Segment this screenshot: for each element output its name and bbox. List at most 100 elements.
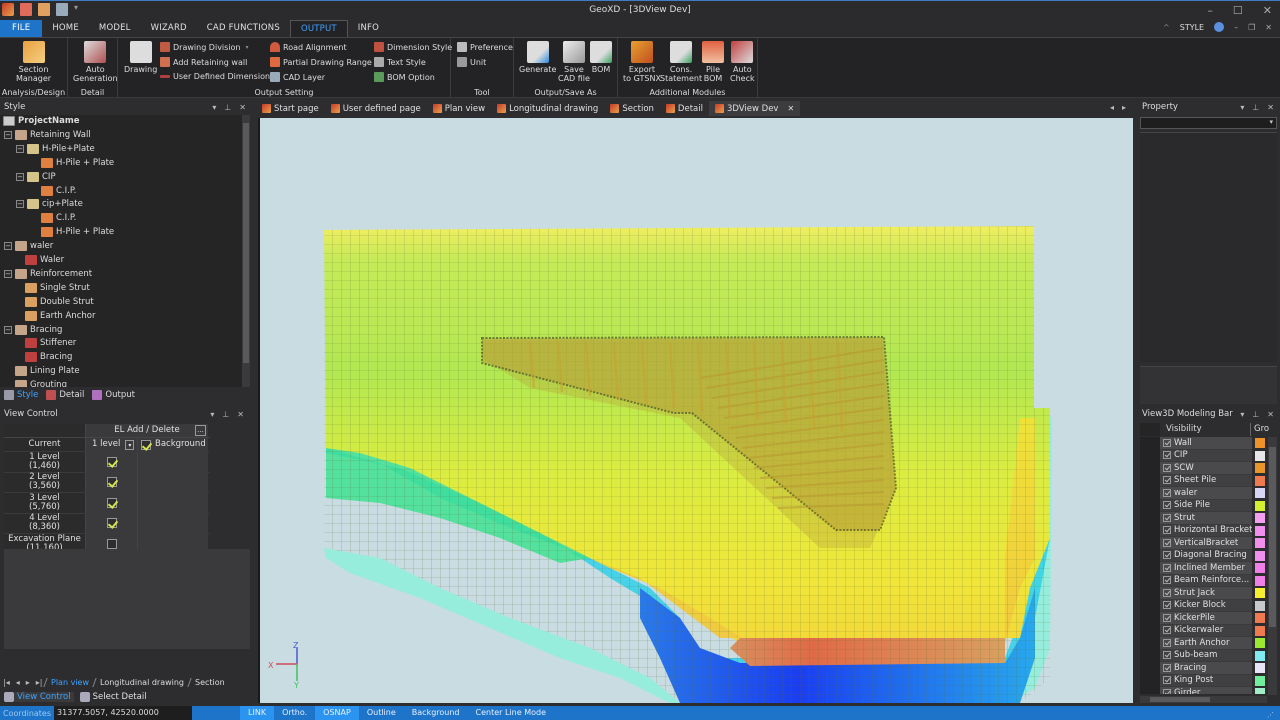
modeling-bar-item[interactable]: King Post (1140, 674, 1266, 687)
pin-icon[interactable]: ⊥ (1252, 407, 1259, 422)
color-swatch[interactable] (1255, 675, 1265, 686)
next-sheet-button[interactable]: ▸ (23, 678, 33, 687)
visibility-checkbox[interactable] (1163, 663, 1171, 672)
visibility-checkbox[interactable] (1163, 551, 1171, 560)
color-swatch[interactable] (1255, 625, 1265, 636)
level-checkbox[interactable] (106, 477, 117, 488)
doc-tab-longitudinal-drawing[interactable]: Longitudinal drawing (491, 101, 604, 116)
tab-view-control[interactable]: View Control (4, 692, 74, 702)
sheet-section[interactable]: Section (187, 677, 232, 687)
group-column-header[interactable]: Gro (1250, 423, 1276, 436)
doc-tab-detail[interactable]: Detail (660, 101, 709, 116)
modeling-bar-item[interactable]: Kicker Block (1140, 599, 1266, 612)
color-swatch[interactable] (1255, 488, 1265, 499)
close-button[interactable]: ✕ (1263, 4, 1272, 17)
cad-layer-button[interactable]: CAD Layer (270, 72, 325, 82)
tree-node[interactable]: Bracing (16, 352, 72, 363)
collapse-icon[interactable]: − (4, 269, 12, 278)
collapse-icon[interactable]: − (16, 172, 24, 181)
panel-menu-icon[interactable]: ▾ (1240, 407, 1244, 422)
tree-node[interactable]: − waler (4, 241, 53, 252)
add-retaining-wall-button[interactable]: Add Retaining wall (160, 57, 247, 67)
panel-close-icon[interactable]: ✕ (239, 100, 246, 115)
visibility-checkbox[interactable] (1163, 538, 1171, 547)
visibility-checkbox[interactable] (1163, 638, 1171, 647)
visibility-checkbox[interactable] (1163, 688, 1171, 694)
style-menu[interactable]: STYLE (1180, 23, 1204, 32)
color-swatch[interactable] (1255, 475, 1265, 486)
panel-close-icon[interactable]: ✕ (1267, 407, 1274, 422)
auto-check-button[interactable]: Auto Check (730, 41, 755, 83)
visibility-checkbox[interactable] (1163, 626, 1171, 635)
status-toggle-outline[interactable]: Outline (359, 706, 404, 720)
pin-icon[interactable]: ⊥ (222, 407, 229, 422)
tree-node[interactable]: H-Pile + Plate (32, 157, 114, 168)
preference-button[interactable]: Preference (457, 42, 513, 52)
tree-node[interactable]: Double Strut (16, 296, 94, 307)
color-swatch[interactable] (1255, 613, 1265, 624)
modeling-bar-item[interactable]: Beam Reinforce... (1140, 574, 1266, 587)
visibility-checkbox[interactable] (1163, 588, 1171, 597)
panel-close-icon[interactable]: ✕ (1267, 100, 1274, 115)
visibility-checkbox[interactable] (1163, 676, 1171, 685)
property-object-select[interactable]: ▾ (1140, 117, 1277, 129)
collapse-ribbon-icon[interactable]: ^ (1163, 23, 1170, 32)
color-swatch[interactable] (1255, 563, 1265, 574)
modeling-bar-item[interactable]: Sheet Pile (1140, 474, 1266, 487)
3d-viewport[interactable]: Z X Y (258, 118, 1133, 703)
modeling-bar-item[interactable]: waler (1140, 487, 1266, 500)
modeling-bar-item[interactable]: KickerPile (1140, 612, 1266, 625)
collapse-icon[interactable]: − (16, 200, 24, 209)
doc-minimize-button[interactable]: – (1234, 23, 1238, 32)
modeling-bar-item[interactable]: Bracing (1140, 662, 1266, 675)
help-icon[interactable] (1214, 22, 1225, 32)
color-swatch[interactable] (1255, 513, 1265, 524)
color-swatch[interactable] (1255, 438, 1265, 449)
visibility-checkbox[interactable] (1163, 513, 1171, 522)
modeling-bar-vscrollbar[interactable] (1268, 437, 1277, 695)
tree-node[interactable]: − Reinforcement (4, 268, 92, 279)
auto-generation-button[interactable]: Auto Generation (73, 41, 118, 83)
visibility-column-header[interactable]: Visibility (1160, 423, 1250, 436)
color-swatch[interactable] (1255, 688, 1265, 694)
color-swatch[interactable] (1255, 650, 1265, 661)
modeling-bar-hscrollbar[interactable] (1140, 696, 1267, 703)
save-cad-file-button[interactable]: Save CAD file (558, 41, 590, 83)
modeling-bar-item[interactable]: Girder (1140, 687, 1266, 694)
pin-icon[interactable]: ⊥ (1252, 100, 1259, 115)
scrollbar-thumb[interactable] (1269, 447, 1276, 627)
collapse-icon[interactable]: − (16, 144, 24, 153)
visibility-checkbox[interactable] (1163, 576, 1171, 585)
modeling-bar-item[interactable]: Strut (1140, 512, 1266, 525)
collapse-icon[interactable]: − (4, 325, 12, 334)
tab-scroll-left-icon[interactable]: ◂ (1110, 103, 1114, 112)
tree-node[interactable]: Lining Plate (4, 366, 80, 377)
section-manager-button[interactable]: Section Manager (16, 41, 51, 83)
modeling-bar-item[interactable]: Diagonal Bracing (1140, 549, 1266, 562)
tree-node[interactable]: Single Strut (16, 282, 90, 293)
tab-file[interactable]: FILE (0, 20, 43, 37)
visibility-checkbox[interactable] (1163, 438, 1171, 447)
tab-info[interactable]: INFO (348, 20, 389, 37)
doc-tab-plan-view[interactable]: Plan view (427, 101, 491, 116)
tab-model[interactable]: MODEL (89, 20, 141, 37)
tree-node[interactable]: Earth Anchor (16, 310, 95, 321)
color-swatch[interactable] (1255, 550, 1265, 561)
generate-button[interactable]: Generate (519, 41, 556, 74)
status-toggle-link[interactable]: LINK (240, 706, 275, 720)
more-button[interactable]: ... (195, 425, 206, 436)
tab-detail[interactable]: Detail (46, 389, 84, 400)
modeling-bar-item[interactable]: Side Pile (1140, 499, 1266, 512)
doc-tab-3dview-dev[interactable]: 3DView Dev ✕ (708, 101, 801, 116)
scrollbar-thumb[interactable] (243, 123, 249, 363)
doc-tab-user-defined-page[interactable]: User defined page (325, 101, 427, 116)
partial-drawing-range-button[interactable]: Partial Drawing Range▾ (270, 57, 380, 67)
doc-close-button[interactable]: ✕ (1265, 23, 1272, 32)
color-swatch[interactable] (1255, 538, 1265, 549)
tree-node[interactable]: C.I.P. (32, 213, 76, 224)
tree-node[interactable]: − H-Pile+Plate (16, 143, 95, 154)
tree-node[interactable]: Stiffener (16, 338, 76, 349)
level-select[interactable]: 1 level ▾ (86, 438, 138, 451)
color-swatch[interactable] (1255, 588, 1265, 599)
tab-output-panel[interactable]: Output (92, 389, 135, 400)
